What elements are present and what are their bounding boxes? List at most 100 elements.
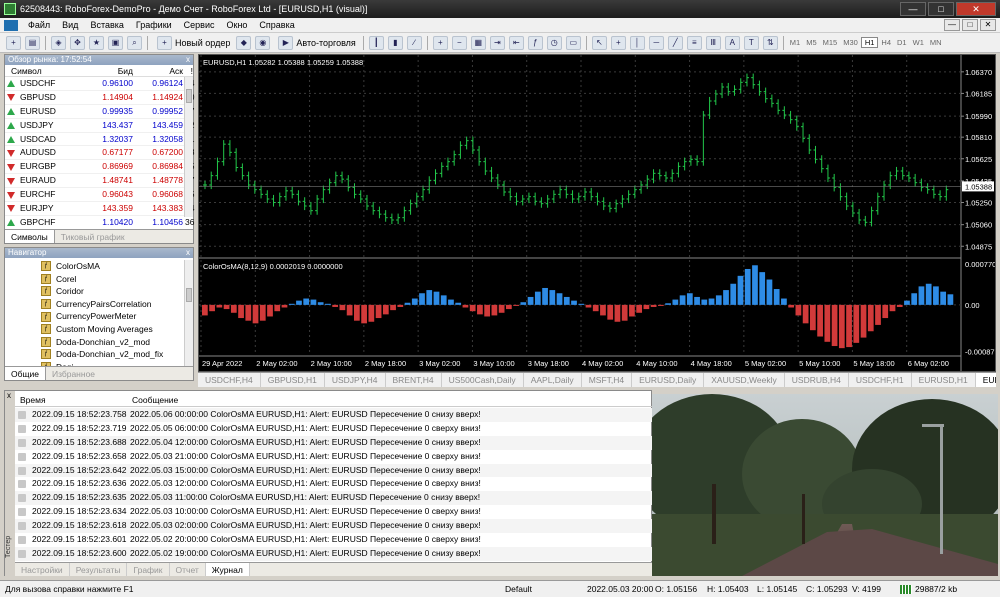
signals-icon[interactable]: ◉ (255, 35, 271, 50)
mdi-restore-button[interactable]: □ (962, 19, 978, 31)
menu-charts[interactable]: Графики (130, 20, 178, 30)
journal-row[interactable]: 2022.09.15 18:52:23.635 2022.05.03 11:00:… (15, 491, 653, 506)
timeframe-m1[interactable]: M1 (787, 38, 803, 47)
tab-favorites[interactable]: Избранное (46, 367, 101, 380)
new-order-button[interactable]: + Новый ордер (151, 35, 234, 51)
chart-tab[interactable]: XAUUSD,Weekly (704, 373, 785, 387)
timeframe-d1[interactable]: D1 (894, 38, 910, 47)
chart-tab[interactable]: BRENT,H4 (386, 373, 442, 387)
market-watch-row[interactable]: EURAUD1.487411.4877837 (5, 174, 194, 189)
tab-common[interactable]: Общие (5, 367, 46, 380)
text-label-icon[interactable]: T (743, 35, 759, 50)
market-watch-row[interactable]: EURCHF0.960430.9606825 (5, 188, 194, 203)
close-button[interactable]: ✕ (956, 2, 996, 16)
journal-row[interactable]: 2022.09.15 18:52:23.688 2022.05.04 12:00:… (15, 435, 653, 450)
timeframe-m5[interactable]: M5 (803, 38, 819, 47)
market-watch-row[interactable]: AUDUSD0.671770.6720023 (5, 146, 194, 161)
scroll-thumb[interactable] (186, 288, 192, 302)
auto-scroll-icon[interactable]: ⇥ (489, 35, 505, 50)
terminal-icon[interactable]: ▣ (108, 35, 123, 50)
menu-window[interactable]: Окно (221, 20, 254, 30)
market-watch-row[interactable]: USDCHF0.961000.9612424 (5, 77, 194, 91)
journal-row[interactable]: 2022.09.15 18:52:23.758 2022.05.06 00:00:… (15, 408, 653, 422)
journal-row[interactable]: 2022.09.15 18:52:23.618 2022.05.03 02:00:… (15, 519, 653, 534)
menu-insert[interactable]: Вставка (84, 20, 129, 30)
navigator-scrollbar[interactable] (184, 260, 193, 366)
chart-tab[interactable]: EURUSD,H1 (912, 373, 976, 387)
data-window-icon[interactable]: ✥ (70, 35, 85, 50)
navigator-item[interactable]: ƒ Doda-Donchian_v2_mod (5, 336, 193, 349)
terminal-tab[interactable]: График (127, 563, 170, 576)
timeframe-mn[interactable]: MN (927, 38, 945, 47)
market-watch-row[interactable]: USDJPY143.437143.45922 (5, 119, 194, 133)
timeframe-w1[interactable]: W1 (910, 38, 927, 47)
tile-windows-icon[interactable]: ▦ (470, 35, 486, 50)
fibonacci-icon[interactable]: Ⅲ (705, 35, 721, 50)
navigator-item[interactable]: ƒ Coridor (5, 285, 193, 298)
mdi-minimize-button[interactable]: — (944, 19, 960, 31)
column-ask[interactable]: Аск (135, 65, 185, 77)
maximize-button[interactable]: □ (928, 2, 954, 16)
chart-shift-icon[interactable]: ⇤ (508, 35, 524, 50)
menu-tools[interactable]: Сервис (178, 20, 221, 30)
zoom-out-icon[interactable]: − (451, 35, 467, 50)
terminal-tab[interactable]: Настройки (15, 563, 70, 576)
price-chart[interactable]: 1.063701.061851.059901.058101.056251.054… (199, 55, 995, 371)
chart-window[interactable]: 1.063701.061851.059901.058101.056251.054… (198, 54, 996, 372)
market-watch-row[interactable]: EURJPY143.359143.38324 (5, 202, 194, 216)
profiles-icon[interactable]: ▤ (25, 35, 40, 50)
navigator-item[interactable]: ƒ ColorOsMA (5, 260, 193, 273)
chart-tab[interactable]: US500Cash,Daily (442, 373, 524, 387)
timeframe-m15[interactable]: M15 (820, 38, 841, 47)
menu-help[interactable]: Справка (253, 20, 300, 30)
column-time[interactable]: Время (15, 393, 127, 407)
indicators-icon[interactable]: ƒ (527, 35, 543, 50)
terminal-tab[interactable]: Результаты (70, 563, 128, 576)
column-spread[interactable]: ! (185, 65, 195, 77)
bar-chart-icon[interactable]: ┃ (368, 35, 384, 50)
vertical-line-icon[interactable]: │ (629, 35, 645, 50)
navigator-close-icon[interactable]: x (186, 248, 190, 258)
chart-tab[interactable]: EURUSD,H1 (975, 373, 996, 387)
column-symbol[interactable]: Символ (5, 65, 85, 77)
journal-row[interactable]: 2022.09.15 18:52:23.642 2022.05.03 15:00:… (15, 463, 653, 478)
journal-row[interactable]: 2022.09.15 18:52:23.719 2022.05.05 06:00:… (15, 422, 653, 436)
templates-icon[interactable]: ▭ (565, 35, 581, 50)
market-watch-row[interactable]: GBPUSD1.149041.1492420 (5, 91, 194, 105)
crosshair-icon[interactable]: + (610, 35, 626, 50)
navigator-item[interactable]: ƒ Corel (5, 273, 193, 286)
timeframe-h4[interactable]: H4 (878, 38, 894, 47)
market-watch-icon[interactable]: ◈ (51, 35, 66, 50)
market-watch-row[interactable]: USDCAD1.320371.3205821 (5, 133, 194, 147)
column-message[interactable]: Сообщение (127, 393, 653, 407)
arrows-icon[interactable]: ⇅ (762, 35, 778, 50)
mdi-close-button[interactable]: ✕ (980, 19, 996, 31)
status-profile[interactable]: Default (505, 581, 532, 597)
candle-chart-icon[interactable]: ▮ (387, 35, 403, 50)
terminal-tab[interactable]: Журнал (205, 563, 250, 576)
column-bid[interactable]: Бид (85, 65, 135, 77)
navigator-icon[interactable]: ★ (89, 35, 104, 50)
auto-trading-button[interactable]: ▶ Авто-торговля (272, 35, 359, 51)
navigator-item[interactable]: ƒ CurrencyPowerMeter (5, 310, 193, 323)
new-chart-icon[interactable]: + (6, 35, 21, 50)
chart-tab[interactable]: USDJPY,H4 (325, 373, 386, 387)
terminal-close-icon[interactable]: x (7, 391, 11, 400)
timeframe-m30[interactable]: M30 (840, 38, 861, 47)
chart-tab[interactable]: USDCHF,H1 (849, 373, 912, 387)
timeframe-h1[interactable]: H1 (860, 37, 879, 48)
chart-tab[interactable]: EURUSD,Daily (632, 373, 705, 387)
trendline-icon[interactable]: ╱ (667, 35, 683, 50)
horizontal-line-icon[interactable]: ─ (648, 35, 664, 50)
zoom-in-icon[interactable]: + (432, 35, 448, 50)
tab-tick-chart[interactable]: Тиковый график (55, 230, 131, 243)
mdi-chart-icon[interactable] (4, 19, 18, 31)
metaeditor-icon[interactable]: ◆ (236, 35, 252, 50)
market-watch-row[interactable]: GBPCHF 1.10420 1.10456 36 (5, 216, 194, 230)
tester-icon[interactable]: ⌕ (127, 35, 142, 50)
tab-symbols[interactable]: Символы (5, 230, 55, 243)
navigator-item[interactable]: ƒ Custom Moving Averages (5, 323, 193, 336)
chart-tab[interactable]: USDCHF,H4 (198, 373, 261, 387)
chart-tab[interactable]: GBPUSD,H1 (261, 373, 325, 387)
minimize-button[interactable]: — (900, 2, 926, 16)
